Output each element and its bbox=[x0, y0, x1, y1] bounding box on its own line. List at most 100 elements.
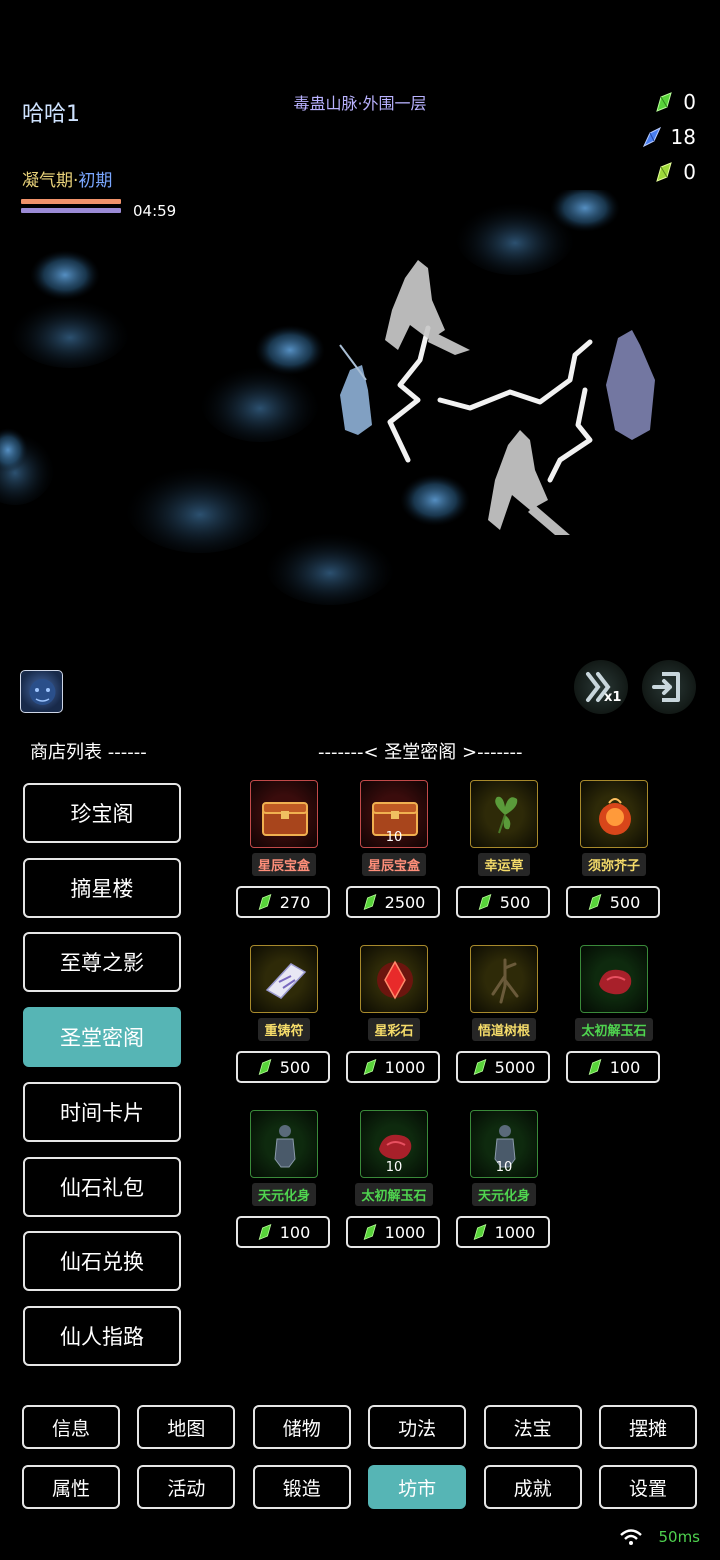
price-value: 1000 bbox=[494, 1222, 536, 1242]
buy-price-button[interactable]: 1000 bbox=[346, 1216, 440, 1248]
item-quantity: 10 bbox=[495, 1160, 513, 1175]
purple-demon-enemy[interactable] bbox=[606, 330, 655, 440]
realm-stage: 初期 bbox=[78, 171, 113, 191]
battle-speed-button[interactable]: x1 bbox=[574, 660, 628, 714]
shop-item[interactable]: 10 太初解玉石 1000 bbox=[346, 1110, 456, 1260]
shop-item[interactable]: 悟道树根 5000 bbox=[456, 945, 566, 1095]
nav-button[interactable]: 法宝 bbox=[483, 1405, 582, 1449]
buy-price-button[interactable]: 1000 bbox=[456, 1216, 550, 1248]
item-icon-box[interactable] bbox=[580, 945, 648, 1013]
nav-button[interactable]: 功法 bbox=[368, 1405, 467, 1449]
item-name: 幸运草 bbox=[478, 853, 530, 876]
avatar-statue-icon bbox=[274, 1125, 296, 1168]
wolf-beast-enemy[interactable] bbox=[385, 260, 470, 355]
buy-price-button[interactable]: 500 bbox=[566, 886, 660, 918]
shop-item[interactable]: 太初解玉石 100 bbox=[566, 945, 676, 1095]
shop-item[interactable]: 重铸符 500 bbox=[236, 945, 346, 1095]
green-spirit-stone-icon bbox=[588, 1058, 602, 1076]
item-icon-box[interactable]: 10 bbox=[470, 1110, 538, 1178]
item-quantity: 10 bbox=[385, 830, 403, 845]
shop-tab[interactable]: 仙人指路 bbox=[23, 1305, 181, 1366]
item-icon-box[interactable] bbox=[250, 945, 318, 1013]
price-value: 500 bbox=[499, 892, 531, 912]
blue-crystal-icon bbox=[642, 126, 661, 148]
item-name-label: 悟道树根 bbox=[456, 1018, 552, 1041]
item-icon-box[interactable] bbox=[470, 945, 538, 1013]
shop-item[interactable]: 幸运草 500 bbox=[456, 780, 566, 930]
item-icon-box[interactable] bbox=[360, 945, 428, 1013]
exit-battle-button[interactable] bbox=[642, 660, 696, 714]
buy-price-button[interactable]: 270 bbox=[236, 886, 330, 918]
clover-icon bbox=[495, 796, 518, 834]
shop-item[interactable]: 天元化身 100 bbox=[236, 1110, 346, 1260]
shop-item[interactable]: 10 天元化身 1000 bbox=[456, 1110, 566, 1260]
speed-multiplier: x1 bbox=[604, 690, 622, 705]
tree-root-icon bbox=[491, 958, 519, 1004]
blue-sword-cultivator-player[interactable] bbox=[339, 344, 372, 435]
talisman-scroll-icon bbox=[265, 963, 307, 999]
nav-button[interactable]: 信息 bbox=[22, 1405, 120, 1449]
nav-button[interactable]: 地图 bbox=[137, 1405, 236, 1449]
item-name: 天元化身 bbox=[251, 1183, 316, 1206]
shop-tab[interactable]: 摘星楼 bbox=[23, 857, 181, 918]
realm-name: 凝气期· bbox=[22, 171, 79, 191]
star-stone-icon bbox=[377, 960, 413, 1000]
beast-face-icon bbox=[29, 679, 56, 705]
item-icon-box[interactable] bbox=[470, 780, 538, 848]
shop-item[interactable]: 须弥芥子 500 bbox=[566, 780, 676, 930]
green-spirit-stone-icon bbox=[478, 893, 492, 911]
battle-map-scene[interactable] bbox=[0, 190, 720, 620]
nav-button[interactable]: 摆摊 bbox=[599, 1405, 697, 1449]
item-icon-box[interactable]: 10 bbox=[360, 780, 428, 848]
item-name: 星辰宝盒 bbox=[361, 853, 426, 876]
currency-green-spirit-stone: 0 bbox=[653, 90, 696, 114]
item-name: 天元化身 bbox=[471, 1183, 536, 1206]
nav-button[interactable]: 活动 bbox=[137, 1465, 236, 1509]
cultivation-realm: 凝气期·初期 bbox=[22, 166, 112, 191]
item-name-label: 重铸符 bbox=[236, 1018, 332, 1041]
item-name: 太初解玉石 bbox=[575, 1018, 653, 1041]
item-icon-box[interactable]: 10 bbox=[360, 1110, 428, 1178]
pet-avatar-button[interactable] bbox=[20, 670, 63, 713]
buy-price-button[interactable]: 500 bbox=[236, 1051, 330, 1083]
nav-button[interactable]: 储物 bbox=[252, 1405, 351, 1449]
buy-price-button[interactable]: 500 bbox=[456, 886, 550, 918]
nav-button[interactable]: 坊市 bbox=[368, 1465, 467, 1509]
buy-price-button[interactable]: 100 bbox=[236, 1216, 330, 1248]
item-icon-box[interactable] bbox=[250, 1110, 318, 1178]
buy-price-button[interactable]: 1000 bbox=[346, 1051, 440, 1083]
buy-price-button[interactable]: 100 bbox=[566, 1051, 660, 1083]
price-value: 1000 bbox=[384, 1222, 426, 1242]
green-spirit-stone-icon bbox=[258, 1223, 272, 1241]
shop-tab[interactable]: 至尊之影 bbox=[23, 932, 181, 993]
shop-tab[interactable]: 珍宝阁 bbox=[23, 783, 181, 843]
currency-value: 18 bbox=[670, 125, 696, 149]
green-spirit-stone-icon bbox=[363, 1058, 376, 1076]
item-name-label: 太初解玉石 bbox=[346, 1183, 442, 1206]
item-name: 须弥芥子 bbox=[581, 853, 646, 876]
nav-button[interactable]: 锻造 bbox=[252, 1465, 351, 1509]
item-name: 星彩石 bbox=[368, 1018, 420, 1041]
shop-tab[interactable]: 仙石礼包 bbox=[23, 1156, 181, 1217]
map-location-title: 毒蛊山脉·外围一层 bbox=[293, 94, 427, 113]
wifi-icon bbox=[620, 1529, 643, 1545]
nav-button[interactable]: 成就 bbox=[483, 1465, 582, 1509]
shop-item[interactable]: 星辰宝盒 270 bbox=[236, 780, 346, 930]
item-icon-box[interactable] bbox=[580, 780, 648, 848]
shop-tab[interactable]: 仙石兑换 bbox=[23, 1231, 181, 1292]
yellow-green-stone-icon bbox=[656, 162, 673, 182]
shop-tab[interactable]: 圣堂密阁 bbox=[23, 1007, 181, 1068]
item-name-label: 须弥芥子 bbox=[566, 853, 662, 876]
nav-button[interactable]: 设置 bbox=[599, 1465, 697, 1509]
wolf-beast-enemy[interactable] bbox=[488, 430, 570, 535]
nav-button[interactable]: 属性 bbox=[22, 1465, 120, 1509]
shop-item[interactable]: 10 星辰宝盒 2500 bbox=[346, 780, 456, 930]
currency-blue-crystal: 18 bbox=[641, 125, 696, 149]
exit-door-icon bbox=[652, 672, 680, 702]
shop-item[interactable]: 星彩石 1000 bbox=[346, 945, 456, 1095]
item-icon-box[interactable] bbox=[250, 780, 318, 848]
item-name-label: 太初解玉石 bbox=[566, 1018, 662, 1041]
buy-price-button[interactable]: 5000 bbox=[456, 1051, 550, 1083]
shop-tab[interactable]: 时间卡片 bbox=[23, 1081, 181, 1142]
buy-price-button[interactable]: 2500 bbox=[346, 886, 440, 918]
